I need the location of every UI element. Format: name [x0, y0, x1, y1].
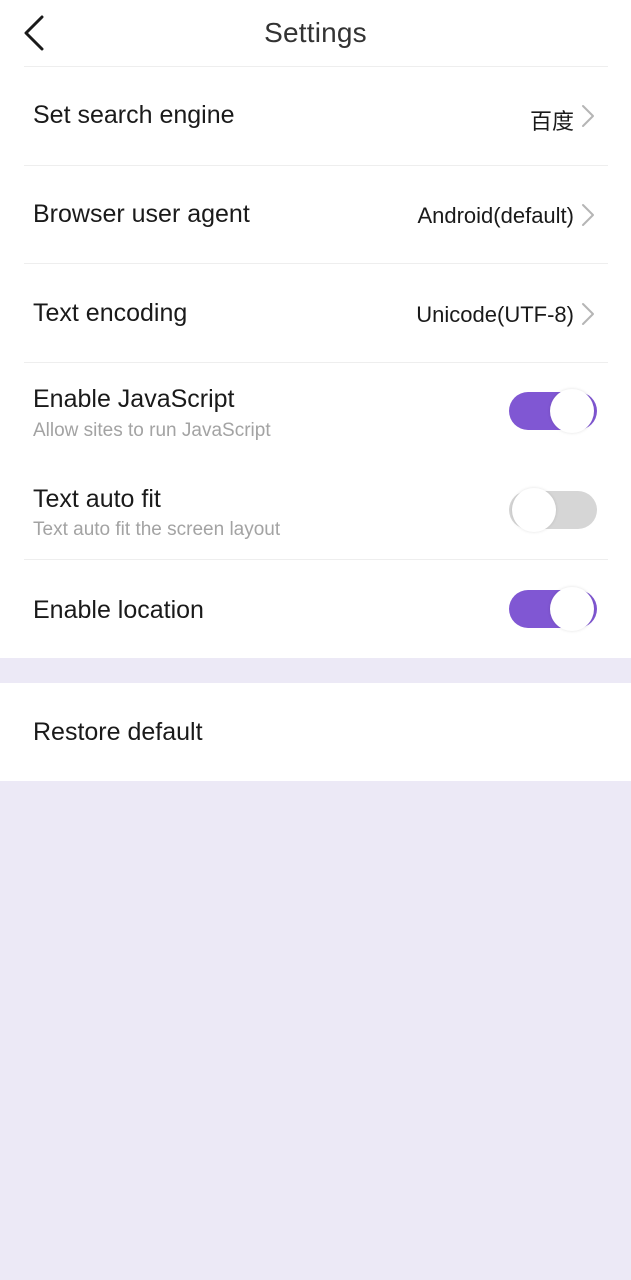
location-row: Enable location: [0, 560, 631, 658]
javascript-label: Enable JavaScript: [33, 385, 235, 413]
chevron-right-icon: [582, 105, 594, 127]
text-encoding-row[interactable]: Text encoding Unicode(UTF-8): [0, 264, 631, 362]
settings-screen: Settings Set search engine 百度 Browser us…: [0, 0, 631, 1280]
text-auto-fit-label: Text auto fit: [33, 485, 161, 513]
text-auto-fit-toggle[interactable]: [509, 488, 597, 532]
user-agent-value: Android(default): [417, 203, 574, 228]
location-toggle[interactable]: [509, 587, 597, 631]
search-engine-value: 百度: [529, 109, 574, 134]
chevron-right-icon: [582, 303, 594, 325]
user-agent-label: Browser user agent: [33, 200, 250, 228]
text-auto-fit-row: Text auto fit Text auto fit the screen l…: [0, 461, 631, 559]
restore-default-label: Restore default: [33, 718, 203, 746]
header: Settings: [0, 0, 631, 67]
text-auto-fit-sublabel: Text auto fit the screen layout: [33, 519, 281, 540]
search-engine-row[interactable]: Set search engine 百度: [0, 67, 631, 165]
javascript-toggle[interactable]: [509, 389, 597, 433]
settings-panel: Settings Set search engine 百度 Browser us…: [0, 0, 631, 658]
location-label: Enable location: [33, 596, 204, 624]
javascript-sublabel: Allow sites to run JavaScript: [33, 420, 271, 441]
javascript-row: Enable JavaScript Allow sites to run Jav…: [0, 363, 631, 461]
search-engine-label: Set search engine: [33, 101, 235, 129]
user-agent-row[interactable]: Browser user agent Android(default): [0, 166, 631, 264]
page-title: Settings: [264, 17, 367, 48]
chevron-right-icon: [582, 204, 594, 226]
text-encoding-label: Text encoding: [33, 299, 188, 327]
text-encoding-value: Unicode(UTF-8): [416, 302, 574, 327]
restore-default-button[interactable]: Restore default: [0, 683, 631, 781]
